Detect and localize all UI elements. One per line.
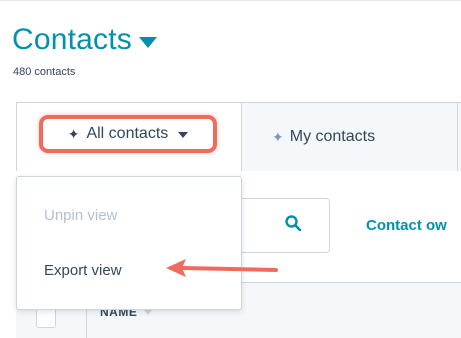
tab-my-contacts-label-wrap[interactable]: ✦ My contacts <box>272 103 375 171</box>
caret-down-icon <box>178 132 189 138</box>
select-all-checkbox[interactable] <box>36 308 56 328</box>
unpin-view-menu-item[interactable]: Unpin view <box>44 207 117 224</box>
export-view-menu-item[interactable]: Export view <box>44 262 122 279</box>
tab-label: All contacts <box>86 125 169 142</box>
tab-my-contacts[interactable]: ✦ My contacts <box>242 103 458 171</box>
all-contacts-dropdown-button[interactable]: ✦ All contacts <box>39 115 217 153</box>
page-title[interactable]: Contacts <box>12 22 157 58</box>
search-icon[interactable] <box>285 215 301 231</box>
page-title-text: Contacts <box>12 23 132 56</box>
contact-owner-filter[interactable]: Contact ow <box>366 217 447 234</box>
view-tabs: ✦ All contacts ✦ My contacts <box>16 102 461 171</box>
record-count: 480 contacts <box>13 66 76 78</box>
caret-down-icon[interactable] <box>139 36 157 48</box>
pin-icon: ✦ <box>67 126 80 142</box>
tab-label: My contacts <box>289 128 376 145</box>
tab-all-contacts[interactable]: ✦ All contacts <box>17 103 242 171</box>
arrow-left-icon <box>166 259 278 277</box>
view-options-menu: Unpin view Export view <box>16 176 242 310</box>
pin-icon: ✦ <box>272 129 284 145</box>
top-divider <box>0 0 461 1</box>
